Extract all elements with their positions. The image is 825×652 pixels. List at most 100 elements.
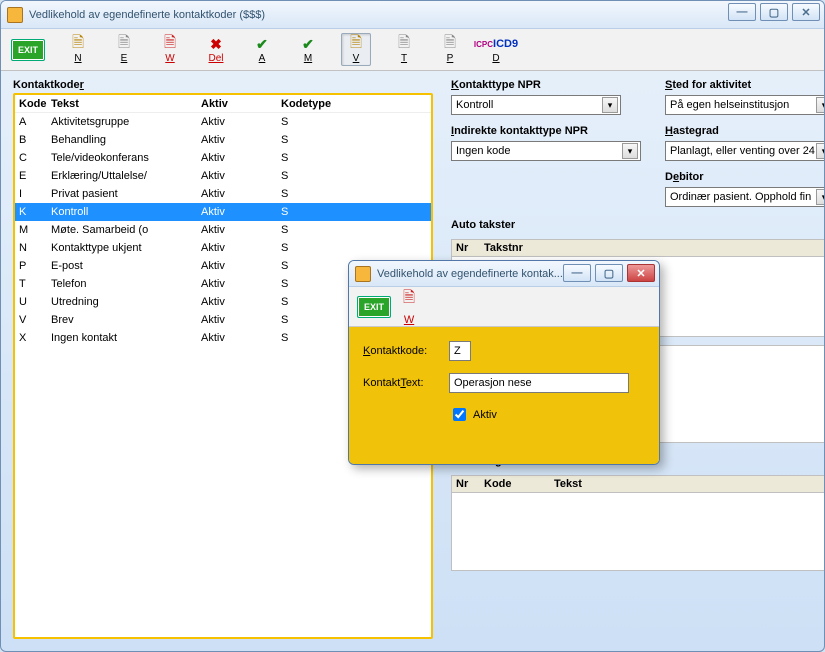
kontaktkode-input[interactable]	[449, 341, 471, 361]
col-tekst: Tekst	[51, 98, 201, 110]
chevron-down-icon[interactable]	[816, 189, 825, 205]
cell-tekst: Kontakttype ukjent	[51, 242, 201, 254]
modal-w-button[interactable]: W	[403, 287, 415, 326]
window-title: Vedlikehold av egendefinerte kontaktkode…	[29, 9, 265, 21]
row-aktiv: Aktiv	[449, 405, 645, 424]
chevron-down-icon[interactable]	[816, 143, 825, 159]
table-row[interactable]: EErklæring/Uttalelse/AktivS	[15, 167, 431, 185]
cell-tekst: Kontroll	[51, 206, 201, 218]
text-doc-icon	[394, 35, 414, 53]
toolbar-del-button[interactable]: Del	[203, 35, 229, 64]
modal-body: Kontaktkode: KontaktText: Aktiv	[349, 327, 659, 464]
modal-titlebar: Vedlikehold av egendefinerte kontak... —…	[349, 261, 659, 287]
cell-aktiv: Aktiv	[201, 296, 281, 308]
table-row[interactable]: BBehandlingAktivS	[15, 131, 431, 149]
panel-header: Nr Kode Tekst	[452, 476, 825, 493]
modal-maximize-button[interactable]: ▢	[595, 264, 623, 282]
toolbar-p-button[interactable]: P	[437, 35, 463, 64]
cell-kodetype: S	[281, 134, 427, 146]
toolbar-m-button[interactable]: M	[295, 35, 321, 64]
kontakttext-input[interactable]	[449, 373, 629, 393]
cell-kode: E	[19, 170, 51, 182]
dd-indirekte-kontakttype-npr[interactable]: Ingen kode	[451, 141, 641, 161]
dd-hastegrad[interactable]: Planlagt, eller venting over 24	[665, 141, 825, 161]
toolbar-n-button[interactable]: N	[65, 35, 91, 64]
table-row[interactable]: NKontakttype ukjentAktivS	[15, 239, 431, 257]
close-button[interactable]: ✕	[792, 3, 820, 21]
cell-kodetype: S	[281, 116, 427, 128]
col-kode: Kode	[19, 98, 51, 110]
row-kontakttext: KontaktText:	[363, 373, 645, 393]
cell-tekst: Behandling	[51, 134, 201, 146]
modal-close-button[interactable]: ✕	[627, 264, 655, 282]
cell-tekst: Utredning	[51, 296, 201, 308]
delete-icon	[206, 35, 226, 53]
cell-aktiv: Aktiv	[201, 170, 281, 182]
maximize-button[interactable]: ▢	[760, 3, 788, 21]
field-sted-for-aktivitet: Sted for aktivitet På egen helseinstitus…	[665, 79, 825, 115]
toolbar-w-button[interactable]: W	[157, 35, 183, 64]
table-row[interactable]: MMøte. Samarbeid (oAktivS	[15, 221, 431, 239]
cell-kode: U	[19, 296, 51, 308]
modal-exit-button[interactable]: EXIT	[357, 296, 391, 318]
cell-kode: X	[19, 332, 51, 344]
toolbar-exit-button[interactable]: EXIT	[11, 39, 45, 61]
chevron-down-icon[interactable]	[602, 97, 618, 113]
save-doc-icon	[160, 35, 180, 53]
toolbar-e-button[interactable]: E	[111, 35, 137, 64]
panel-auto-diagnoser[interactable]: Nr Kode Tekst	[451, 475, 825, 571]
cell-kodetype: S	[281, 206, 427, 218]
cell-kodetype: S	[281, 188, 427, 200]
app-icon	[355, 266, 371, 282]
cell-aktiv: Aktiv	[201, 152, 281, 164]
cell-tekst: Tele/videokonferans	[51, 152, 201, 164]
cell-kode: P	[19, 260, 51, 272]
edit-doc-icon	[114, 35, 134, 53]
cell-aktiv: Aktiv	[201, 188, 281, 200]
toolbar-t-button[interactable]: T	[391, 35, 417, 64]
list-header: Kode Tekst Aktiv Kodetype	[15, 95, 431, 113]
cell-aktiv: Aktiv	[201, 224, 281, 236]
kontakttext-label: KontaktText:	[363, 377, 443, 389]
table-row[interactable]: AAktivitetsgruppeAktivS	[15, 113, 431, 131]
chevron-down-icon[interactable]	[622, 143, 638, 159]
new-doc-icon	[68, 35, 88, 53]
cell-tekst: E-post	[51, 260, 201, 272]
save-doc-icon	[403, 287, 415, 312]
modal-window-buttons: — ▢ ✕	[559, 264, 655, 282]
aktiv-label: Aktiv	[473, 409, 497, 421]
field-kontakttype-npr: Kontakttype NPR Kontroll	[451, 79, 641, 115]
table-row[interactable]: CTele/videokonferansAktivS	[15, 149, 431, 167]
cell-kode: C	[19, 152, 51, 164]
kontaktkode-label: Kontaktkode:	[363, 345, 443, 357]
cell-aktiv: Aktiv	[201, 116, 281, 128]
toolbar-a-button[interactable]: A	[249, 35, 275, 64]
modal-minimize-button[interactable]: —	[563, 264, 591, 282]
toolbar-v-button[interactable]: V	[341, 33, 371, 66]
cell-tekst: Privat pasient	[51, 188, 201, 200]
aktiv-checkbox[interactable]	[453, 408, 466, 421]
exit-icon: EXIT	[11, 39, 45, 61]
table-row[interactable]: IPrivat pasientAktivS	[15, 185, 431, 203]
dd-sted-for-aktivitet[interactable]: På egen helseinstitusjon	[665, 95, 825, 115]
main-toolbar: EXIT N E W Del A M V	[1, 29, 824, 71]
auto-takster-title: Auto takster	[451, 219, 825, 231]
minimize-button[interactable]: —	[728, 3, 756, 21]
cell-aktiv: Aktiv	[201, 242, 281, 254]
table-row[interactable]: KKontrollAktivS	[15, 203, 431, 221]
app-icon	[7, 7, 23, 23]
cell-tekst: Telefon	[51, 278, 201, 290]
cell-kode: A	[19, 116, 51, 128]
dd-debitor[interactable]: Ordinær pasient. Opphold fin	[665, 187, 825, 207]
cell-kode: I	[19, 188, 51, 200]
toolbar-d-button[interactable]: ICPCICD9 D	[483, 35, 509, 64]
field-debitor: Debitor Ordinær pasient. Opphold fin	[665, 171, 825, 207]
modal-dialog: Vedlikehold av egendefinerte kontak... —…	[348, 260, 660, 465]
cell-kodetype: S	[281, 170, 427, 182]
dd-kontakttype-npr[interactable]: Kontroll	[451, 95, 621, 115]
cell-tekst: Aktivitetsgruppe	[51, 116, 201, 128]
kontaktkoder-label: Kontaktkoder	[13, 79, 433, 91]
cell-aktiv: Aktiv	[201, 332, 281, 344]
chevron-down-icon[interactable]	[816, 97, 825, 113]
print-doc-icon	[440, 35, 460, 53]
